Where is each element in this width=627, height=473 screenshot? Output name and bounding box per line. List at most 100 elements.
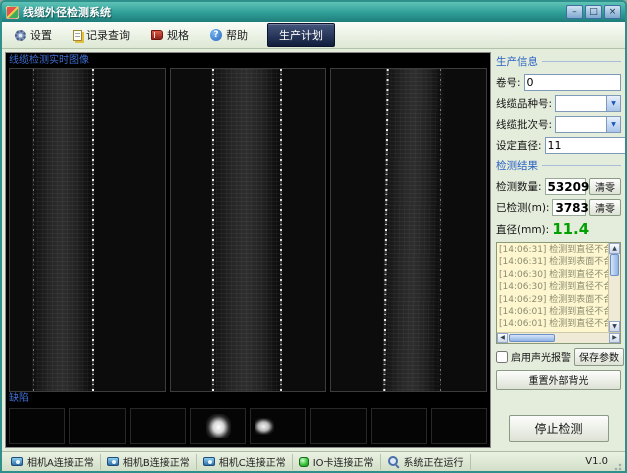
camera-icon	[203, 457, 215, 466]
records-icon	[73, 30, 82, 41]
settings-label: 设置	[30, 27, 52, 43]
defect-thumbnail[interactable]	[371, 408, 427, 444]
spec-label: 规格	[167, 27, 189, 43]
alarm-checkbox[interactable]	[496, 351, 508, 363]
system-running-status: 系统正在运行	[381, 454, 471, 470]
roll-number-row: 卷号:	[496, 74, 621, 91]
version-label: V1.0	[585, 456, 612, 467]
log-vertical-scrollbar[interactable]: ▲ ▼	[608, 243, 620, 332]
camera-view-b	[170, 68, 327, 392]
camera-b-status-label: 相机B连接正常	[123, 454, 190, 469]
record-query-label: 记录查询	[86, 27, 130, 43]
set-diameter-input[interactable]	[545, 137, 627, 154]
defect-thumbnail[interactable]	[250, 408, 306, 444]
chevron-down-icon[interactable]	[606, 96, 620, 111]
scroll-right-icon[interactable]: ▶	[609, 333, 620, 343]
defect-thumbnail[interactable]	[190, 408, 246, 444]
chevron-down-icon[interactable]	[606, 117, 620, 132]
scroll-thumb[interactable]	[610, 254, 619, 276]
alarm-options-row: 启用声光报警 保存参数	[496, 348, 621, 366]
detected-length-row: 已检测(m): 3783.3 清零	[496, 199, 621, 216]
stop-detection-button[interactable]: 停止检测	[509, 415, 609, 442]
system-running-label: 系统正在运行	[404, 454, 464, 469]
log-entry: [14:06:31] 检测到表面不合格	[499, 256, 606, 268]
roll-number-input[interactable]	[524, 74, 621, 91]
production-plan-button[interactable]: 生产计划	[267, 23, 335, 47]
defect-thumbnail[interactable]	[431, 408, 487, 444]
camera-b-status: 相机B连接正常	[101, 454, 197, 470]
scroll-track[interactable]	[508, 333, 609, 343]
app-icon	[6, 6, 19, 19]
detect-count-value: 53209	[548, 180, 590, 194]
log-entry: [14:06:30] 检测到直径不合格	[499, 281, 606, 293]
defect-thumbnail[interactable]	[310, 408, 366, 444]
scroll-left-icon[interactable]: ◀	[497, 333, 508, 343]
cable-batch-select[interactable]	[555, 116, 621, 133]
defect-thumbnail[interactable]	[130, 408, 186, 444]
diameter-value: 11.4	[552, 220, 589, 238]
window-title: 线缆外径检测系统	[23, 4, 562, 20]
cable-variety-row: 线缆品种号:	[496, 95, 621, 112]
maximize-button[interactable]: □	[585, 5, 602, 19]
main-content: 线缆检测实时图像 缺陷	[2, 49, 625, 451]
titlebar[interactable]: 线缆外径检测系统 – □ ×	[2, 2, 625, 22]
camera-c-status: 相机C连接正常	[197, 454, 293, 470]
help-button[interactable]: 帮助	[202, 24, 256, 46]
defect-thumbnail[interactable]	[69, 408, 125, 444]
cable-image	[32, 68, 94, 392]
close-button[interactable]: ×	[604, 5, 621, 19]
help-icon	[210, 29, 222, 41]
cable-edge-faint	[33, 69, 34, 391]
detected-length-box: 3783.3	[552, 199, 586, 216]
defect-strip-title: 缺陷	[9, 392, 487, 406]
scroll-thumb[interactable]	[509, 334, 555, 342]
detect-count-row: 检测数量: 53209 清零	[496, 178, 621, 195]
save-params-button[interactable]: 保存参数	[574, 348, 624, 366]
cable-image	[382, 68, 444, 392]
cable-edge-faint	[440, 69, 441, 391]
scroll-track[interactable]	[609, 254, 620, 321]
record-query-button[interactable]: 记录查询	[65, 24, 138, 46]
defect-thumbnail[interactable]	[9, 408, 65, 444]
spec-book-icon	[151, 30, 163, 40]
alarm-log: [14:06:31] 检测到直径不合格 [14:06:31] 检测到表面不合格 …	[496, 242, 621, 344]
scroll-up-icon[interactable]: ▲	[609, 243, 620, 254]
length-clear-button[interactable]: 清零	[589, 199, 621, 216]
divider	[542, 61, 621, 62]
alarm-log-lines: [14:06:31] 检测到直径不合格 [14:06:31] 检测到表面不合格 …	[497, 243, 608, 332]
log-entry: [14:06:29] 检测到表面不合格	[499, 294, 606, 306]
results-header: 检测结果	[496, 158, 621, 173]
io-card-status-label: IO卡连接正常	[313, 454, 374, 469]
production-info-title: 生产信息	[496, 54, 538, 69]
log-horizontal-scrollbar[interactable]: ◀ ▶	[497, 332, 620, 343]
cable-variety-select[interactable]	[555, 95, 621, 112]
settings-button[interactable]: 设置	[7, 24, 60, 46]
scroll-down-icon[interactable]: ▼	[609, 321, 620, 332]
log-entry: [14:06:30] 检测到直径不合格	[499, 269, 606, 281]
alarm-log-body: [14:06:31] 检测到直径不合格 [14:06:31] 检测到表面不合格 …	[497, 243, 620, 332]
roll-number-label: 卷号:	[496, 75, 521, 90]
cable-batch-row: 线缆批次号:	[496, 116, 621, 133]
live-image-title: 线缆检测实时图像	[9, 54, 487, 68]
spec-button[interactable]: 规格	[143, 24, 197, 46]
toolbar: 设置 记录查询 规格 帮助 生产计划	[2, 22, 625, 49]
detect-count-label: 检测数量:	[496, 179, 542, 194]
detect-count-box: 53209	[545, 178, 586, 195]
set-diameter-row: 设定直径: ±	[496, 137, 621, 154]
window-controls: – □ ×	[566, 5, 621, 19]
camera-icon	[11, 457, 23, 466]
resize-grip[interactable]	[612, 461, 622, 471]
log-entry: [14:06:01] 检测到直径不合格	[499, 306, 606, 318]
led-icon	[299, 457, 309, 467]
cable-edge-highlight	[212, 69, 214, 391]
camera-view-a	[9, 68, 166, 392]
production-info-header: 生产信息	[496, 54, 621, 69]
cable-batch-label: 线缆批次号:	[496, 117, 552, 132]
reset-backlight-button[interactable]: 重置外部背光	[496, 370, 621, 390]
set-diameter-label: 设定直径:	[496, 138, 542, 153]
divider	[542, 165, 621, 166]
log-entry: [14:06:01] 检测到直径不合格	[499, 318, 606, 330]
count-clear-button[interactable]: 清零	[589, 178, 621, 195]
camera-c-status-label: 相机C连接正常	[219, 454, 286, 469]
minimize-button[interactable]: –	[566, 5, 583, 19]
